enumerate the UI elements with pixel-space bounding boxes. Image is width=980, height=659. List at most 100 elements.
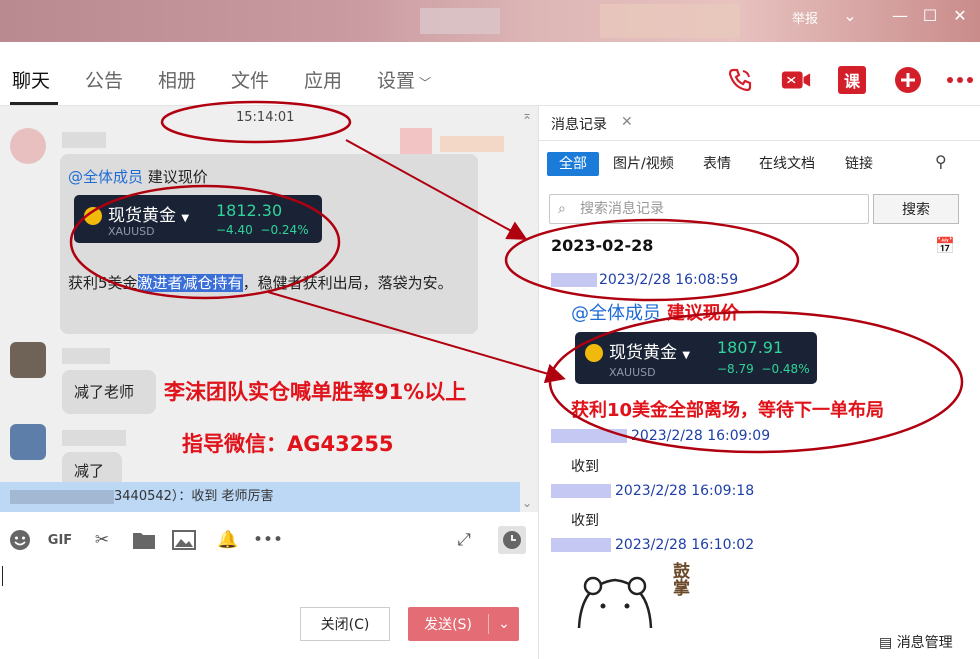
search-button[interactable]: 搜索 (873, 194, 959, 224)
tab-chat[interactable]: 聊天 (12, 66, 50, 93)
sender-name (62, 132, 106, 148)
record-time: 2023/2/28 16:08:59 (599, 272, 739, 288)
quote-change-value: −4.40 (216, 223, 253, 237)
date-header: 2023-02-28 (551, 236, 654, 255)
gold-coin-icon (84, 207, 102, 225)
record-time: 2023/2/28 16:09:18 (615, 483, 755, 499)
scissors-icon[interactable]: ✂ (90, 528, 114, 552)
title-bar: 举报 ⌄ — ☐ ✕ (0, 0, 980, 42)
history-icon[interactable] (498, 526, 526, 554)
quote-symbol: XAUUSD (108, 225, 155, 238)
sender-name (551, 484, 611, 498)
sender-name (62, 430, 126, 446)
close-icon[interactable]: ✕ (621, 114, 633, 130)
avatar[interactable] (10, 128, 46, 164)
add-icon[interactable] (892, 64, 924, 96)
video-call-icon[interactable] (780, 64, 812, 96)
record-text: 收到 (571, 459, 599, 475)
record-header: @全体成员 建议现价 (571, 299, 739, 325)
filter-emoji[interactable]: 表情 (703, 152, 731, 176)
mention-all[interactable]: @全体成员 (571, 303, 661, 324)
sticker-text: 鼓掌 (669, 562, 689, 596)
more-icon[interactable] (944, 64, 976, 96)
course-button[interactable]: 课 (836, 64, 868, 96)
filter-icon[interactable]: ⚲ (935, 152, 947, 171)
message-body-b: ，稳健者获利出局，落袋为安。 (242, 274, 453, 292)
active-tab-indicator (10, 102, 58, 105)
message-bubble[interactable]: 减了老师 (62, 370, 156, 414)
avatar[interactable] (10, 424, 46, 460)
record-text: 收到 (571, 513, 599, 529)
quote-symbol: XAUUSD (609, 366, 656, 379)
send-button[interactable]: 发送(S) ⌄ (408, 607, 519, 641)
message-timestamp: 15:14:01 (236, 110, 295, 125)
collapse-icon[interactable]: ⌅ (522, 108, 532, 122)
filter-links[interactable]: 链接 (845, 152, 873, 176)
chat-area[interactable]: 15:14:01 ⌅ @全体成员 建议现价 现货黄金 ▼ XAUUSD 1812… (0, 106, 538, 512)
emoji-icon[interactable] (8, 528, 32, 552)
blurred-title (420, 8, 500, 34)
tab-files[interactable]: 文件 (231, 66, 269, 93)
message-history-panel: 消息记录 ✕ 全部 图片/视频 表情 在线文档 链接 ⚲ ⌕ 搜索消息记录 搜索… (538, 106, 980, 659)
tab-announcement[interactable]: 公告 (85, 66, 123, 93)
quote-change-pct: −0.48% (761, 362, 810, 376)
send-options-icon[interactable]: ⌄ (489, 616, 519, 632)
avatar[interactable] (10, 342, 46, 378)
new-message-bar[interactable]: 3440542）：收到 老师厉害 (0, 482, 520, 512)
tab-message-history[interactable]: 消息记录 (551, 114, 607, 134)
report-button[interactable]: 举报 (792, 8, 818, 27)
highlighted-text: 激进者减仓持有 (137, 274, 243, 292)
quote-price: 1807.91 (717, 338, 784, 357)
filter-all[interactable]: 全部 (547, 152, 599, 176)
close-icon[interactable]: ✕ (948, 6, 972, 25)
filter-docs[interactable]: 在线文档 (759, 152, 815, 176)
message-manager-label: 消息管理 (896, 635, 953, 651)
tab-album[interactable]: 相册 (158, 66, 196, 93)
search-placeholder: 搜索消息记录 (580, 201, 664, 217)
quote-card[interactable]: 现货黄金 ▼ XAUUSD 1807.91 −8.79 −0.48% (575, 332, 817, 384)
group-tabs: 聊天 公告 相册 文件 应用 设置 ﹀ 课 (0, 42, 980, 106)
expand-icon[interactable]: ⤢ (452, 528, 476, 552)
quote-name: 现货黄金 ▼ (609, 338, 690, 363)
sticker-image[interactable]: 鼓掌 (575, 562, 701, 629)
tab-settings[interactable]: 设置 ﹀ (377, 66, 431, 93)
search-input[interactable]: ⌕ 搜索消息记录 (549, 194, 869, 224)
chevron-down-icon: ﹀ (419, 76, 432, 90)
calendar-icon[interactable]: 📅 (935, 236, 955, 255)
message-manager-link[interactable]: ▤ 消息管理 (879, 632, 953, 652)
folder-icon[interactable] (132, 528, 156, 552)
sender-name (551, 538, 611, 552)
filter-media[interactable]: 图片/视频 (613, 152, 674, 176)
tab-settings-label: 设置 (377, 70, 416, 92)
blurred-banner (600, 4, 740, 38)
record-time: 2023/2/28 16:10:02 (615, 537, 755, 553)
course-label: 课 (838, 66, 866, 94)
scroll-down-icon[interactable]: ⌄ (522, 496, 532, 510)
blurred-sender (10, 489, 114, 504)
caret-down-icon: ▼ (181, 213, 190, 224)
message-bubble[interactable]: @全体成员 建议现价 (60, 154, 478, 334)
image-icon[interactable] (172, 528, 196, 552)
quote-card[interactable]: 现货黄金 ▼ XAUUSD 1812.30 −4.40 −0.24% (74, 195, 322, 243)
chevron-down-icon[interactable]: ⌄ (838, 6, 862, 25)
close-button[interactable]: 关闭(C) (300, 607, 390, 641)
quote-name: 现货黄金 ▼ (108, 201, 189, 226)
tab-apps[interactable]: 应用 (304, 66, 342, 93)
caret-down-icon: ▼ (682, 350, 691, 361)
bell-icon[interactable]: 🔔 (216, 528, 240, 552)
search-icon: ⌕ (558, 201, 566, 217)
text-cursor (2, 566, 3, 586)
divider (539, 140, 980, 141)
minimize-icon[interactable]: — (888, 6, 912, 25)
message-body: 获利5美金激进者减仓持有，稳健者获利出局，落袋为安。 (68, 268, 472, 298)
sender-name (551, 273, 597, 287)
voice-call-icon[interactable] (724, 64, 756, 96)
mention-all[interactable]: @全体成员 (68, 168, 143, 186)
message-body-a: 获利5美金 (68, 274, 138, 292)
more-tools-icon[interactable]: ••• (253, 528, 283, 552)
maximize-icon[interactable]: ☐ (918, 6, 942, 25)
quote-change-value: −8.79 (717, 362, 754, 376)
gif-icon[interactable]: GIF (46, 528, 74, 552)
chat-icon: ▤ (879, 635, 893, 651)
promo-text: 李沫团队实仓喊单胜率91%以上 (164, 380, 467, 404)
